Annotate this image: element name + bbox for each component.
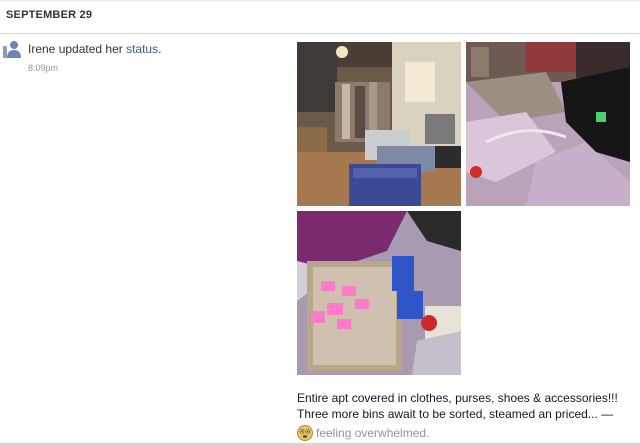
- timestamp[interactable]: 8:09pm: [28, 63, 58, 73]
- caption-line-1: Entire apt covered in clothes, purses, s…: [297, 391, 618, 405]
- caption-line-2: Three more bins await to be sorted, stea…: [297, 407, 614, 421]
- actor-name[interactable]: Irene: [28, 42, 55, 56]
- status-caption: Entire apt covered in clothes, purses, s…: [297, 390, 640, 422]
- status-link[interactable]: status: [126, 42, 158, 56]
- story-end: .: [158, 42, 162, 56]
- header-divider: [0, 33, 640, 34]
- photo-sorting-basket[interactable]: [297, 211, 461, 375]
- photo-apartment-bins[interactable]: [297, 42, 461, 206]
- feeling-row: feeling overwhelmed.: [297, 424, 429, 442]
- story-line: Irene updated her status.: [28, 42, 161, 56]
- date-header: SEPTEMBER 29: [6, 9, 93, 21]
- photo-clothes-on-bed[interactable]: [466, 42, 630, 206]
- story-action: updated her: [55, 42, 127, 56]
- top-rule: [0, 0, 640, 1]
- overwhelmed-face-icon: [297, 424, 313, 441]
- person-icon: [3, 40, 21, 60]
- feeling-text[interactable]: feeling overwhelmed.: [316, 426, 429, 440]
